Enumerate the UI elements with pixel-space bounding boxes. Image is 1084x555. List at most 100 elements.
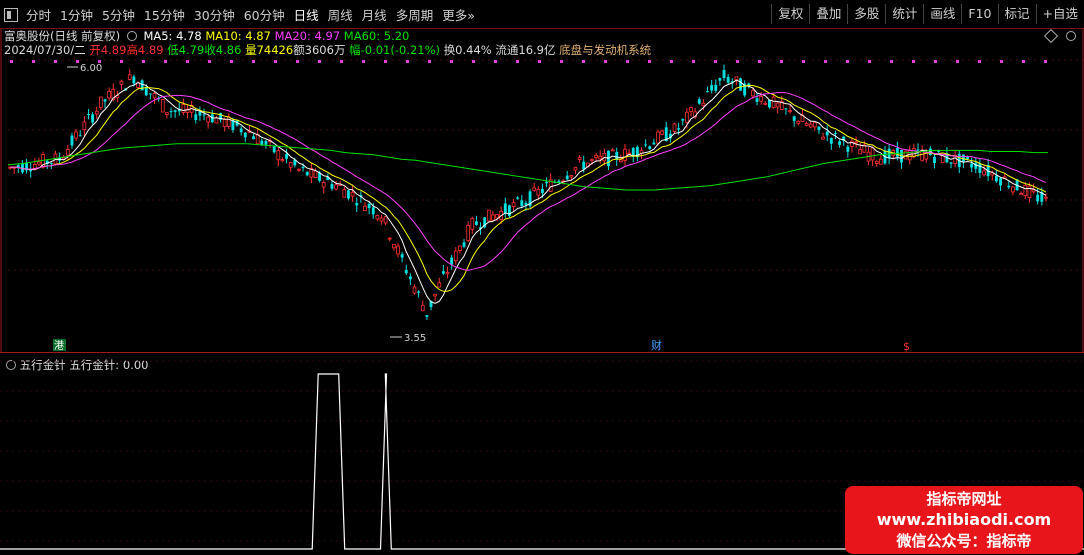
signal-dot (1000, 60, 1003, 63)
candle-body (652, 142, 656, 145)
signal-dot (780, 60, 783, 63)
signal-dot (802, 60, 805, 63)
candle-body (99, 96, 103, 109)
candle-body (65, 149, 70, 156)
candle-body (722, 69, 726, 79)
signal-dot (868, 60, 871, 63)
signal-dot (824, 60, 827, 63)
watermark-wechat: 微信公众号：指标帝 (896, 532, 1032, 550)
signal-dot (76, 60, 79, 63)
signal-dot (450, 60, 453, 63)
candle-body (739, 78, 742, 91)
candle-body (91, 114, 95, 123)
signal-dot (186, 60, 189, 63)
signal-dot (912, 60, 915, 63)
candle-body (1027, 185, 1032, 198)
candle-body (222, 118, 227, 127)
signal-dot (230, 60, 233, 63)
candle-body (759, 96, 764, 102)
candle-body (681, 119, 685, 121)
candle-body (1044, 196, 1048, 199)
finance-marker[interactable]: 财 (651, 338, 662, 352)
candle-body (701, 102, 706, 107)
candle-body (466, 225, 471, 241)
candle-body (594, 154, 598, 159)
candle-body (408, 276, 412, 280)
kline-chart[interactable]: 6.00 3.55 港 财 $ (0, 0, 1084, 352)
candle-body (226, 116, 231, 127)
ma20-line (10, 91, 1047, 271)
signal-dot (846, 60, 849, 63)
candle-body (565, 175, 569, 180)
signal-dot (582, 60, 585, 63)
signal-dot (692, 60, 695, 63)
signal-dot (758, 60, 761, 63)
candle-body (999, 178, 1002, 186)
candle-body (940, 155, 945, 164)
candle-body (379, 217, 384, 222)
candle-body (400, 254, 404, 258)
signal-dot (120, 60, 123, 63)
candle-body (445, 272, 450, 275)
candle-body (520, 200, 524, 207)
signal-dot (626, 60, 629, 63)
candle-body (453, 250, 458, 262)
candle-body (202, 114, 206, 116)
candle-body (598, 155, 603, 160)
candle-body (437, 282, 442, 288)
candle-body (545, 181, 549, 184)
signal-dot (516, 60, 519, 63)
candle-body (933, 156, 936, 164)
candle-body (144, 87, 148, 96)
signal-dot (1022, 60, 1025, 63)
candle-body (660, 130, 664, 135)
low-price-label: 3.55 (404, 333, 426, 344)
signal-dot (472, 60, 475, 63)
candle-body (763, 103, 768, 105)
candle-body (148, 93, 152, 95)
candle-body (350, 191, 355, 197)
candle-body (297, 168, 301, 171)
candle-body (788, 110, 792, 113)
candle-body (821, 136, 825, 140)
candle-body (1031, 189, 1036, 193)
candle-body (672, 123, 677, 132)
signal-dot (428, 60, 431, 63)
signal-dot (648, 60, 651, 63)
candle-body (470, 217, 475, 230)
candle-body (834, 133, 837, 135)
candle-body (858, 149, 863, 155)
candle-body (511, 202, 516, 207)
watermark-banner: 指标帝网址 www.zhibiaodi.com 微信公众号：指标帝 (845, 486, 1083, 554)
candle-body (441, 271, 445, 274)
candle-body (619, 159, 623, 163)
ma10-line (10, 84, 1047, 292)
candle-body (755, 98, 759, 102)
candle-body (420, 304, 425, 312)
candle-body (532, 187, 537, 191)
signal-dot (362, 60, 365, 63)
candle-body (491, 214, 495, 221)
candle-body (334, 184, 338, 190)
signal-dot (714, 60, 717, 63)
candle-body (260, 140, 264, 145)
candle-body (321, 182, 326, 188)
dividend-marker[interactable]: $ (903, 340, 910, 352)
candle-body (276, 150, 281, 161)
candle-body (70, 135, 74, 146)
candle-body (288, 162, 293, 168)
candle-body (644, 144, 648, 146)
candle-body (610, 149, 615, 152)
candle-body (846, 146, 850, 152)
candle-body (870, 147, 875, 161)
candle-body (206, 116, 211, 123)
candle-body (590, 159, 594, 161)
candle-body (854, 141, 858, 144)
candle-body (516, 197, 520, 199)
candle-body (140, 80, 144, 91)
candle-body (243, 132, 247, 138)
candle-body (1011, 186, 1015, 193)
signal-dot (274, 60, 277, 63)
candle-body (474, 221, 478, 226)
signal-dot (384, 60, 387, 63)
